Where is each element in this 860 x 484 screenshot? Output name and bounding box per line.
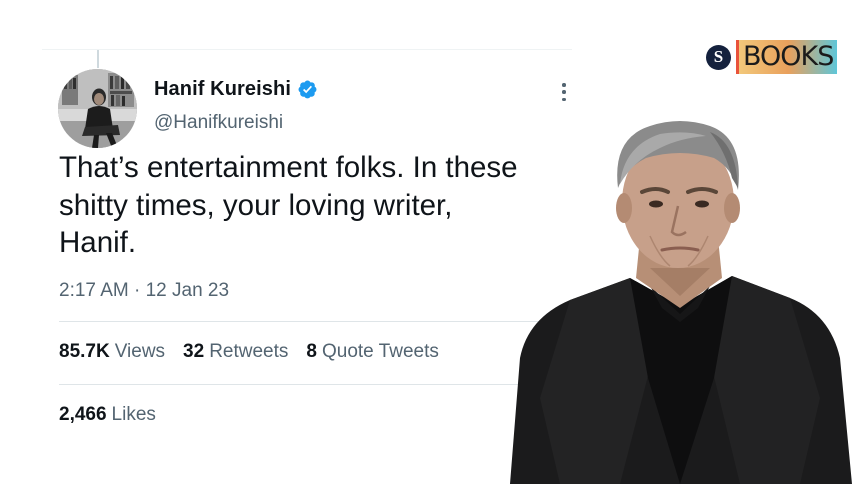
retweets-stat[interactable]: 32 Retweets: [183, 341, 288, 363]
brand-s-icon: S: [706, 44, 731, 70]
quote-tweets-count: 8: [306, 341, 317, 362]
more-options-icon[interactable]: [555, 80, 573, 104]
more-dot: [562, 97, 566, 101]
quote-tweets-label: Quote Tweets: [321, 341, 439, 362]
views-label: Views: [114, 341, 166, 362]
author-portrait-image: [510, 121, 852, 484]
brand-wordmark: BOOKS: [739, 40, 838, 74]
views-stat[interactable]: 85.7K Views: [59, 341, 165, 363]
avatar-photo: [58, 69, 137, 148]
stats-divider-top: [59, 321, 554, 322]
more-dot: [562, 83, 566, 87]
retweets-count: 32: [183, 341, 205, 362]
likes-label: Likes: [111, 404, 156, 425]
user-handle[interactable]: @Hanifkureishi: [154, 112, 283, 134]
stats-divider-bottom: [59, 384, 554, 385]
author-name-row[interactable]: Hanif Kureishi: [154, 78, 318, 101]
likes-count: 2,466: [59, 404, 107, 425]
views-count: 85.7K: [59, 341, 110, 362]
tweet-timestamp[interactable]: 2:17 AM · 12 Jan 23: [59, 280, 229, 302]
top-divider: [42, 49, 572, 50]
likes-stat[interactable]: 2,466 Likes: [59, 404, 156, 426]
display-name[interactable]: Hanif Kureishi: [154, 78, 291, 101]
verified-badge-icon: [298, 80, 317, 99]
quote-tweets-stat[interactable]: 8 Quote Tweets: [306, 341, 438, 363]
engagement-stats: 85.7K Views 32 Retweets 8 Quote Tweets: [59, 341, 439, 363]
avatar[interactable]: [58, 69, 137, 148]
screenshot-canvas: Hanif Kureishi @Hanifkureishi That’s ent…: [0, 0, 860, 484]
books-brand-logo: S BOOKS: [706, 40, 838, 74]
thread-connector-line: [97, 50, 99, 68]
more-dot: [562, 90, 566, 94]
retweets-label: Retweets: [209, 341, 289, 362]
